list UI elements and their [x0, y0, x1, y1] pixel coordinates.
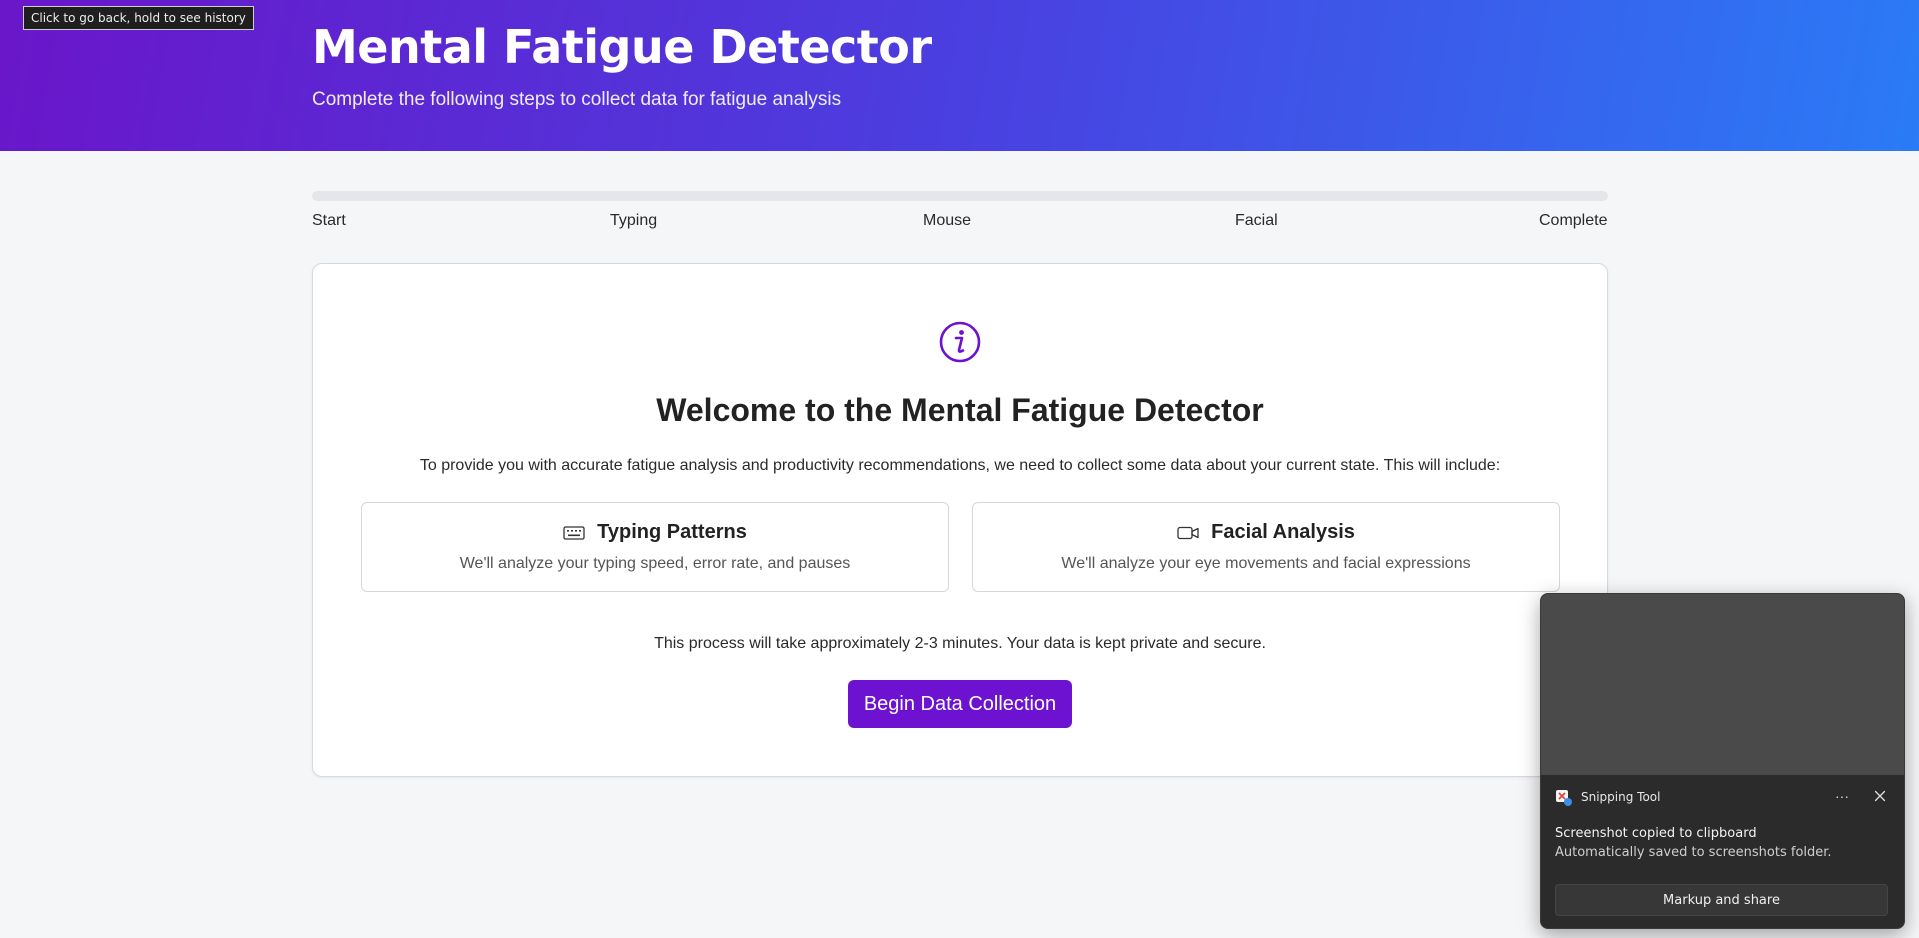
- welcome-intro: To provide you with accurate fatigue ana…: [419, 457, 1501, 474]
- back-button-tooltip: Click to go back, hold to see history: [23, 6, 254, 30]
- step-facial: Facial: [1235, 212, 1278, 229]
- process-note: This process will take approximately 2-3…: [654, 635, 1266, 652]
- screenshot-preview[interactable]: [1541, 594, 1904, 775]
- welcome-title: Welcome to the Mental Fatigue Detector: [656, 392, 1264, 428]
- progress-bar: [312, 191, 1608, 201]
- snipping-tool-icon: [1556, 790, 1572, 806]
- begin-data-collection-button[interactable]: Begin Data Collection: [848, 680, 1072, 728]
- toast-message: Screenshot copied to clipboard: [1555, 826, 1757, 841]
- feature-card-facial: Facial Analysis We'll analyze your eye m…: [972, 502, 1560, 592]
- close-icon[interactable]: [1867, 783, 1893, 809]
- feature-description-typing: We'll analyze your typing speed, error r…: [459, 555, 851, 572]
- app-header: Mental Fatigue Detector Complete the fol…: [0, 0, 1919, 151]
- page-subtitle: Complete the following steps to collect …: [312, 89, 842, 110]
- feature-description-facial: We'll analyze your eye movements and fac…: [1061, 555, 1471, 572]
- feature-title-facial: Facial Analysis: [1211, 521, 1355, 543]
- step-mouse: Mouse: [923, 212, 972, 229]
- step-start: Start: [312, 212, 346, 229]
- snipping-tool-notification[interactable]: Snipping Tool ··· Screenshot copied to c…: [1540, 593, 1905, 929]
- video-camera-icon: [1177, 526, 1199, 540]
- toast-app-name: Snipping Tool: [1581, 790, 1661, 804]
- page-title: Mental Fatigue Detector: [312, 20, 932, 74]
- feature-title-typing: Typing Patterns: [597, 521, 747, 543]
- markup-and-share-button[interactable]: Markup and share: [1555, 884, 1888, 916]
- info-icon: [939, 321, 981, 363]
- step-typing: Typing: [610, 212, 658, 229]
- feature-card-typing: Typing Patterns We'll analyze your typin…: [361, 502, 949, 592]
- step-complete: Complete: [1539, 212, 1608, 229]
- keyboard-icon: [563, 526, 585, 540]
- toast-detail: Automatically saved to screenshots folde…: [1555, 845, 1832, 860]
- more-options-icon[interactable]: ···: [1828, 783, 1856, 809]
